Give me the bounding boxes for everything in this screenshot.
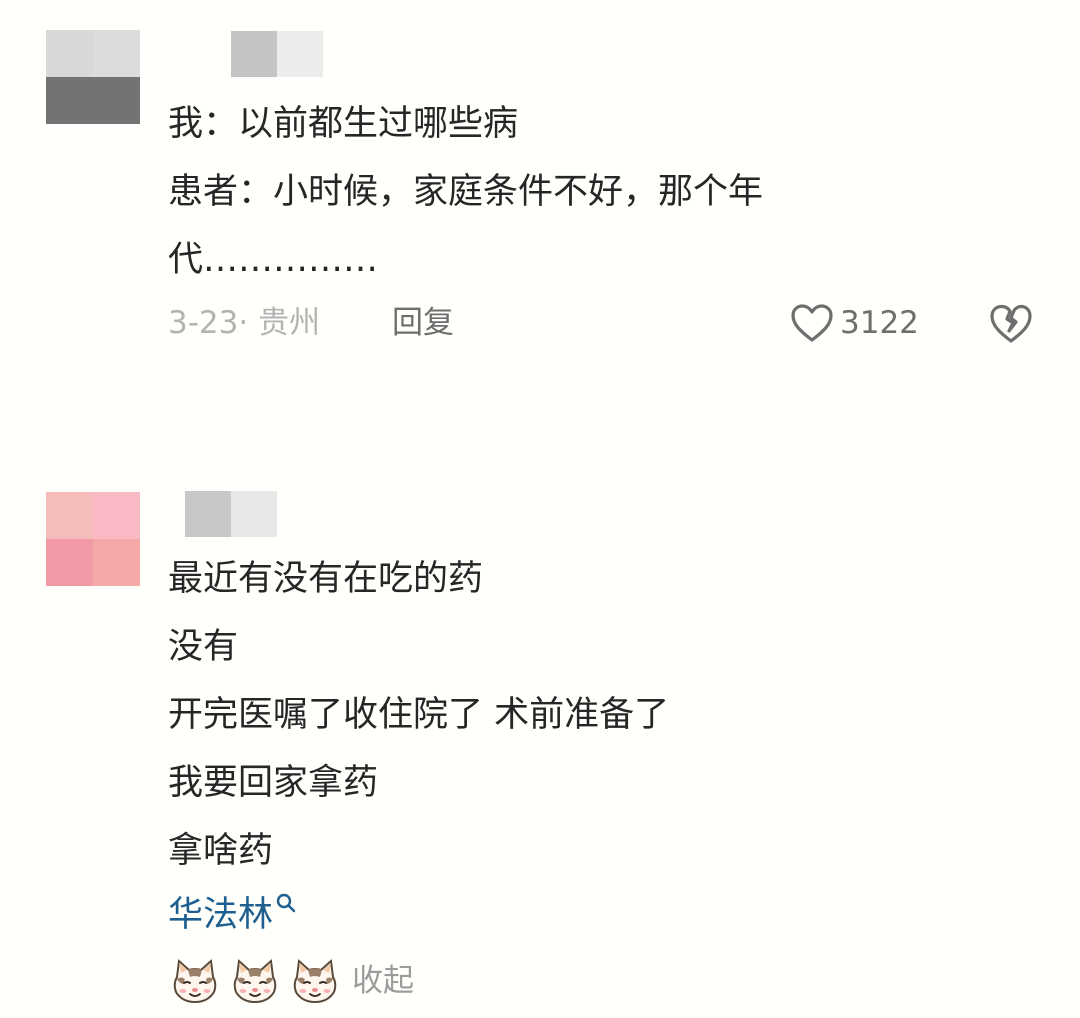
username-block bbox=[277, 31, 323, 77]
cat-face-icon bbox=[293, 958, 337, 1004]
username[interactable] bbox=[185, 491, 277, 537]
avatar-block bbox=[93, 77, 140, 124]
comment-line: 最近有没有在吃的药 bbox=[168, 559, 484, 599]
avatar-block bbox=[93, 30, 140, 77]
cat-face-icon bbox=[233, 958, 277, 1004]
cat-face-icon bbox=[173, 958, 217, 1004]
avatar-block bbox=[46, 492, 93, 539]
comment-date-location: 3-23· 贵州 bbox=[168, 305, 321, 341]
comment-text: 我：以前都生过哪些病 患者：小时候，家庭条件不好，那个年 代…………… bbox=[168, 90, 928, 294]
avatar-block bbox=[93, 492, 140, 539]
comment-text: 最近有没有在吃的药 没有 开完医嘱了收住院了 术前准备了 我要回家拿药 拿啥药 bbox=[168, 545, 1028, 885]
collapse-button[interactable]: 收起 bbox=[352, 957, 414, 1005]
comment-line: 开完医嘱了收住院了 术前准备了 bbox=[168, 695, 670, 735]
comment-item: 我：以前都生过哪些病 患者：小时候，家庭条件不好，那个年 代…………… 3-23… bbox=[0, 0, 1080, 380]
avatar-block bbox=[46, 539, 93, 586]
comment-line: 拿啥药 bbox=[168, 831, 274, 871]
like-button[interactable]: 3122 bbox=[790, 300, 919, 346]
emoji-row: 收起 bbox=[170, 957, 414, 1005]
comment-line: 代…………… bbox=[168, 240, 379, 280]
username-block bbox=[231, 491, 277, 537]
avatar-block bbox=[46, 30, 93, 77]
search-link[interactable]: 华法林 bbox=[168, 890, 297, 940]
avatar[interactable] bbox=[46, 30, 140, 124]
search-icon bbox=[276, 893, 296, 913]
avatar-block bbox=[93, 539, 140, 586]
broken-heart-icon[interactable] bbox=[988, 301, 1034, 347]
comment-item: 最近有没有在吃的药 没有 开完医嘱了收住院了 术前准备了 我要回家拿药 拿啥药 … bbox=[0, 470, 1080, 1018]
heart-icon bbox=[791, 304, 833, 342]
comment-line: 患者：小时候，家庭条件不好，那个年 bbox=[168, 172, 764, 212]
username-block bbox=[231, 31, 277, 77]
comment-line: 没有 bbox=[168, 627, 239, 667]
reply-button[interactable]: 回复 bbox=[392, 300, 454, 346]
username[interactable] bbox=[231, 31, 323, 77]
comment-line: 我要回家拿药 bbox=[168, 763, 379, 803]
comment-line: 我：以前都生过哪些病 bbox=[168, 104, 519, 144]
search-link-text: 华法林 bbox=[168, 895, 274, 935]
username-block bbox=[185, 491, 231, 537]
avatar-block bbox=[46, 77, 93, 124]
like-count: 3122 bbox=[840, 305, 919, 341]
avatar[interactable] bbox=[46, 492, 140, 586]
